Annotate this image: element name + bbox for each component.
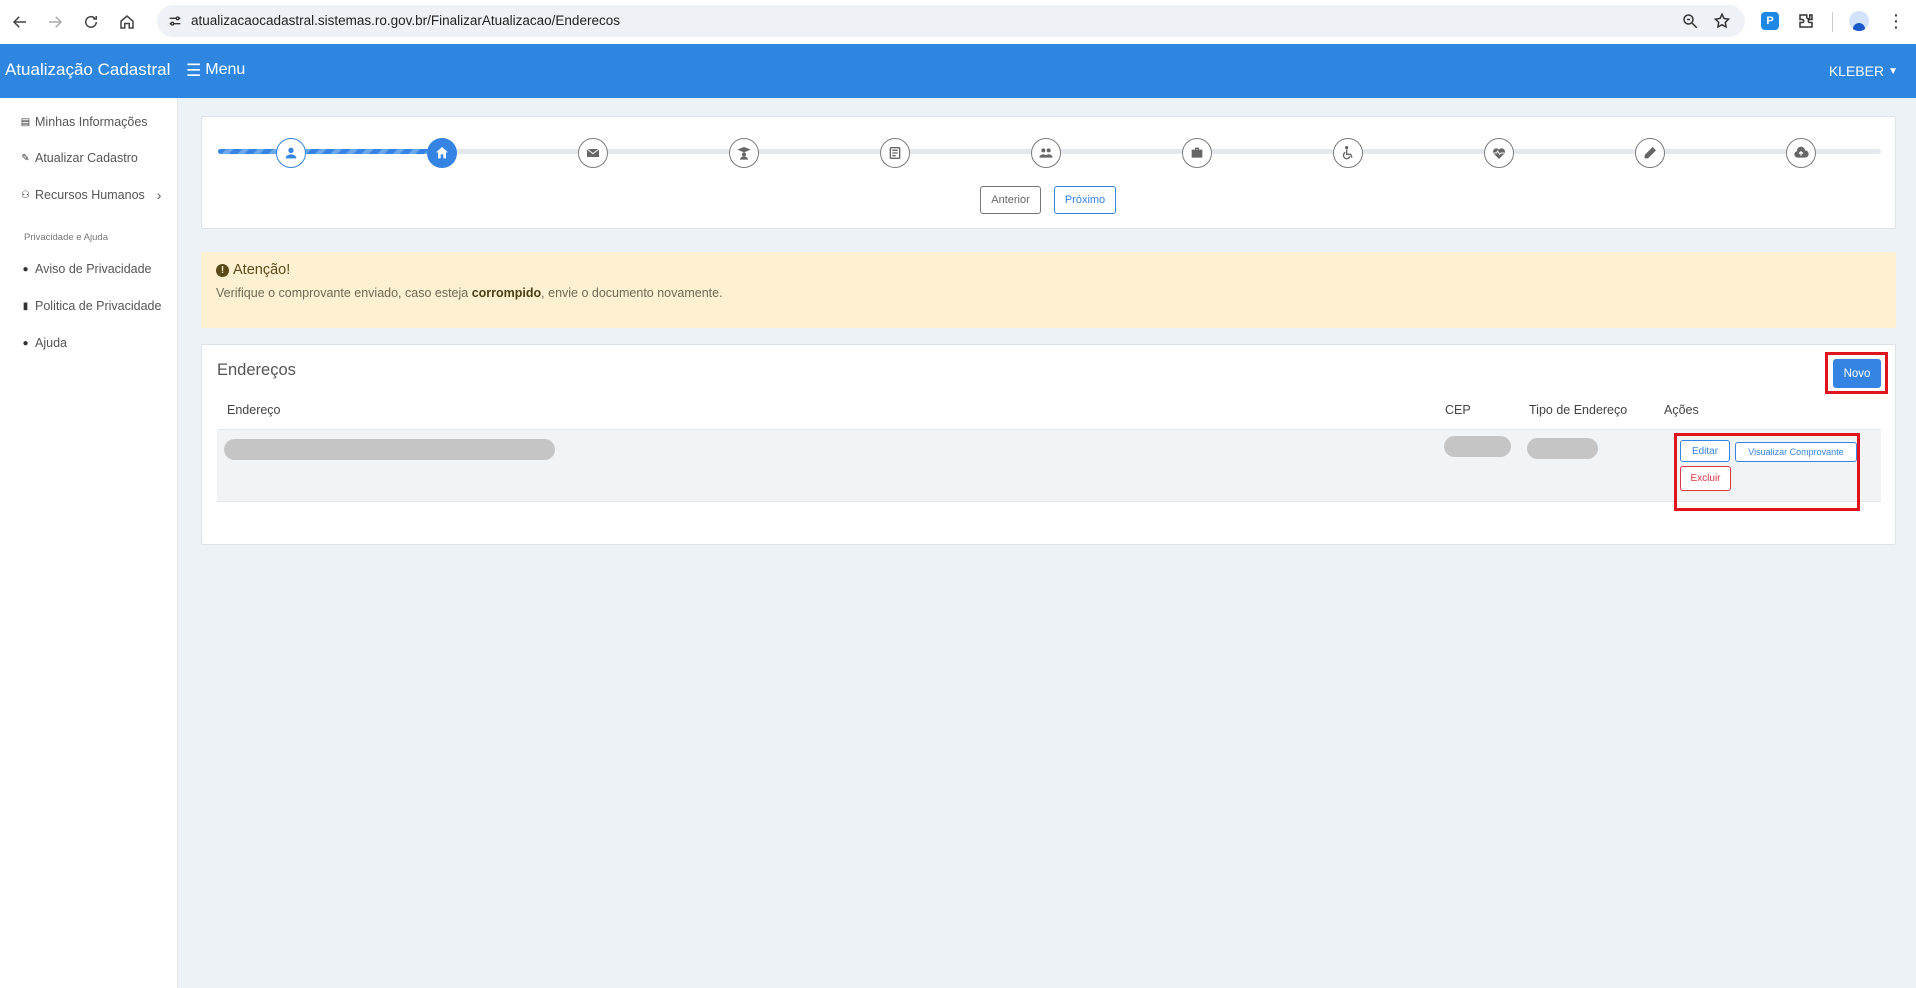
sidebar-item-ajuda[interactable]: ● Ajuda (20, 336, 67, 350)
sidebar-item-label: Minhas Informações (35, 115, 148, 129)
profile-avatar-icon[interactable] (1848, 10, 1870, 32)
redacted-cep (1444, 436, 1511, 457)
sidebar-item-aviso-privacidade[interactable]: ● Aviso de Privacidade (20, 262, 152, 276)
cloud-upload-icon (1794, 146, 1809, 158)
briefcase-icon (1191, 147, 1203, 158)
next-button[interactable]: Próximo (1054, 186, 1116, 214)
alert-text-bold: corrompido (471, 286, 542, 300)
column-header-acoes: Ações (1664, 403, 1699, 417)
sidebar-item-atualizar-cadastro[interactable]: ✎ Atualizar Cadastro (20, 151, 138, 165)
caret-down-icon: ▼ (1888, 65, 1898, 77)
chevron-right-icon: › (156, 187, 162, 203)
alert-text-before: Verifique o comprovante enviado, caso es… (216, 286, 472, 300)
step-pen[interactable] (1635, 138, 1665, 168)
browser-toolbar: atualizacaocadastral.sistemas.ro.gov.br/… (0, 0, 1916, 44)
pen-icon (1644, 147, 1656, 159)
step-family[interactable] (1031, 138, 1061, 168)
user-name: KLEBER (1828, 63, 1885, 79)
user-dropdown[interactable]: KLEBER ▼ (1829, 63, 1898, 79)
previous-button[interactable]: Anterior (980, 186, 1041, 214)
users-icon: ⚇ (21, 189, 30, 201)
redacted-address (224, 439, 555, 460)
family-icon (1039, 148, 1053, 158)
step-home[interactable] (427, 138, 457, 168)
step-user[interactable] (276, 138, 306, 168)
edit-button[interactable]: Editar (1680, 440, 1730, 462)
zoom-icon[interactable] (1681, 12, 1699, 30)
app-header: Atualização Cadastral ☰ Menu KLEBER ▼ (0, 44, 1916, 98)
step-envelope[interactable] (578, 138, 608, 168)
column-header-tipo: Tipo de Endereço (1529, 403, 1628, 417)
sidebar-item-label: Atualizar Cadastro (35, 151, 138, 165)
forward-icon[interactable] (37, 4, 73, 40)
stepper-progress (218, 149, 445, 154)
step-briefcase[interactable] (1182, 138, 1212, 168)
envelope-icon (586, 148, 600, 157)
kebab-menu-icon[interactable]: ⋮ (1885, 10, 1907, 32)
stepper-card: Anterior Próximo (201, 116, 1896, 229)
column-header-endereco: Endereço (227, 403, 281, 417)
alert-text-after: , envie o documento novamente. (541, 286, 723, 300)
graduate-icon (737, 147, 751, 160)
step-graduate[interactable] (729, 138, 759, 168)
url-text[interactable]: atualizacaocadastral.sistemas.ro.gov.br/… (191, 13, 620, 28)
step-document[interactable] (880, 138, 910, 168)
home-icon[interactable] (109, 4, 145, 40)
sidebar-item-label: Politica de Privacidade (35, 299, 162, 313)
sidebar-item-recursos-humanos[interactable]: ⚇ Recursos Humanos › (20, 187, 161, 203)
menu-label: Menu (205, 61, 246, 78)
redacted-tipo (1527, 438, 1598, 459)
menu-toggle-button[interactable]: ☰ Menu (186, 61, 245, 79)
question-circle-icon: ● (22, 337, 29, 349)
sidebar-item-politica-privacidade[interactable]: ▮ Politica de Privacidade (20, 299, 162, 313)
back-icon[interactable] (2, 4, 38, 40)
address-bar[interactable]: atualizacaocadastral.sistemas.ro.gov.br/… (157, 5, 1745, 37)
delete-button[interactable]: Excluir (1680, 466, 1731, 491)
step-accessibility[interactable] (1333, 138, 1363, 168)
addresses-title: Endereços (217, 361, 296, 379)
step-health[interactable] (1484, 138, 1514, 168)
table-row: Editar Visualizar Comprovante Excluir (217, 429, 1881, 511)
site-info-icon[interactable] (167, 13, 183, 29)
home-icon (436, 147, 448, 159)
sidebar: ▤ Minhas Informações ✎ Atualizar Cadastr… (0, 98, 178, 988)
sidebar-item-minhas-informacoes[interactable]: ▤ Minhas Informações (20, 115, 148, 129)
hamburger-icon: ☰ (186, 60, 202, 80)
document-icon (889, 147, 901, 159)
alert-title: ! Atenção! (216, 262, 290, 278)
user-icon (285, 147, 297, 159)
addresses-card: Endereços Novo Endereço CEP Tipo de Ende… (201, 344, 1896, 545)
toolbar-divider (1832, 12, 1833, 32)
reload-icon[interactable] (73, 4, 109, 40)
wheelchair-icon (1342, 146, 1353, 160)
user-edit-icon: ✎ (21, 152, 30, 164)
sidebar-section-title: Privacidade e Ajuda (24, 232, 108, 243)
warning-alert: ! Atenção! Verifique o comprovante envia… (201, 252, 1896, 328)
extension-icon[interactable]: P (1759, 10, 1781, 32)
new-address-button[interactable]: Novo (1833, 359, 1881, 388)
brand-title[interactable]: Atualização Cadastral (5, 60, 170, 80)
alert-message: Verifique o comprovante enviado, caso es… (216, 286, 723, 300)
sidebar-item-label: Aviso de Privacidade (35, 262, 152, 276)
info-circle-icon: ● (22, 263, 29, 275)
file-icon: ▮ (22, 300, 29, 312)
column-header-cep: CEP (1445, 403, 1471, 417)
view-receipt-button[interactable]: Visualizar Comprovante (1735, 442, 1857, 462)
info-icon: ! (216, 263, 229, 277)
sidebar-item-label: Ajuda (35, 336, 67, 350)
puzzle-icon[interactable] (1795, 10, 1817, 32)
alert-title-text: Atenção! (233, 262, 291, 278)
id-card-icon: ▤ (20, 116, 31, 128)
heartbeat-icon (1493, 148, 1505, 159)
sidebar-item-label: Recursos Humanos (35, 188, 145, 202)
bookmark-star-icon[interactable] (1713, 12, 1731, 30)
step-cloud-upload[interactable] (1786, 138, 1816, 168)
